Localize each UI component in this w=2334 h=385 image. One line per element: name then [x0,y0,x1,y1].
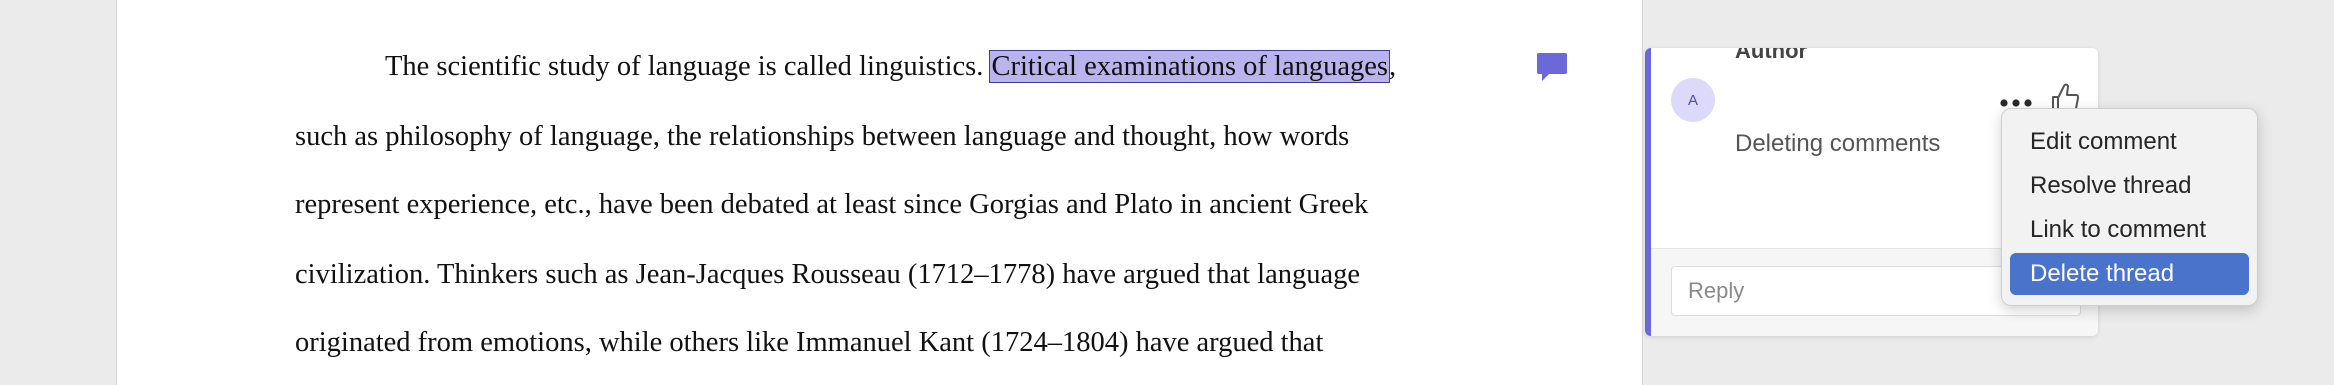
comment-bubble-icon[interactable] [1535,50,1569,84]
comment-body: Deleting comments [1735,130,1941,157]
document-page[interactable]: The scientific study of language is call… [116,0,1643,385]
paragraph-line-1[interactable]: The scientific study of language is call… [385,49,1396,85]
paragraph-line-2[interactable]: such as philosophy of language, the rela… [295,119,1349,155]
paragraph-line-3[interactable]: represent experience, etc., have been de… [295,187,1368,223]
avatar: A [1671,78,1715,122]
menu-item-edit-comment[interactable]: Edit comment [2010,121,2249,163]
comment-author: Author [1735,48,1808,63]
paragraph-line-4[interactable]: civilization. Thinkers such as Jean-Jacq… [295,257,1360,293]
comment-context-menu: Edit comment Resolve thread Link to comm… [2001,108,2258,306]
menu-item-resolve-thread[interactable]: Resolve thread [2010,165,2249,207]
menu-item-delete-thread[interactable]: Delete thread [2010,253,2249,295]
paragraph-line-5[interactable]: originated from emotions, while others l… [295,325,1323,361]
commented-text-highlight[interactable]: Critical examinations of languages [989,50,1390,83]
menu-item-link-to-comment[interactable]: Link to comment [2010,209,2249,251]
app-canvas: The scientific study of language is call… [0,0,2334,385]
line-1-text: The scientific study of language is call… [385,51,991,82]
line-1-punctuation: , [1389,51,1397,82]
